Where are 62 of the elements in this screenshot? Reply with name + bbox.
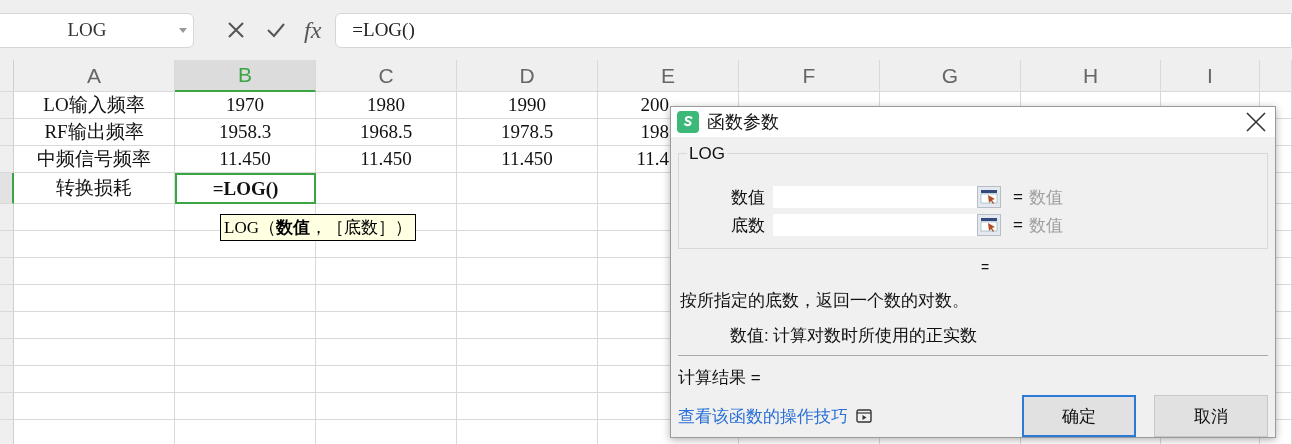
row-header[interactable] [0, 173, 14, 204]
argument-field[interactable] [773, 214, 977, 236]
table-cell: 11.450 [457, 146, 598, 173]
table-cell: 1968.5 [316, 119, 457, 146]
argument-label: 底数 [731, 214, 766, 237]
row-header[interactable] [0, 231, 14, 258]
formula-field[interactable]: =LOG() [335, 12, 1292, 48]
table-cell: 1980 [316, 92, 457, 119]
row-header[interactable] [0, 339, 14, 366]
equals-sign: = [1013, 215, 1023, 235]
select-all-corner[interactable] [0, 60, 14, 92]
name-box[interactable]: LOG [0, 12, 194, 48]
video-icon[interactable] [856, 409, 872, 423]
range-picker-icon[interactable] [977, 186, 1001, 208]
row-header[interactable] [0, 119, 14, 146]
row-header[interactable] [0, 393, 14, 420]
dialog-button[interactable]: 确定 [1022, 395, 1136, 437]
table-cell: 转换损耗 [14, 173, 175, 204]
column-header[interactable]: A [14, 60, 175, 92]
row-header[interactable] [0, 92, 14, 119]
row-header[interactable] [0, 146, 14, 173]
table-cell: LO输入频率 [14, 92, 175, 119]
column-header[interactable]: D [457, 60, 598, 92]
app-logo-icon [677, 111, 699, 133]
table-cell: 1990 [457, 92, 598, 119]
argument-result: 数值 [1028, 186, 1063, 209]
table-cell: 中频信号频率 [14, 146, 175, 173]
row-header[interactable] [0, 204, 14, 231]
column-header[interactable] [1260, 60, 1292, 92]
close-icon[interactable] [1245, 111, 1267, 133]
calculation-result: 计算结果 = [678, 367, 762, 389]
range-picker-icon[interactable] [977, 214, 1001, 236]
column-header[interactable]: E [598, 60, 739, 92]
row-header[interactable] [0, 258, 14, 285]
row-header[interactable] [0, 285, 14, 312]
column-header[interactable]: G [880, 60, 1021, 92]
table-cell: RF输出频率 [14, 119, 175, 146]
formula-result: = [979, 259, 991, 275]
column-header[interactable]: H [1021, 60, 1161, 92]
table-cell: =LOG() [175, 173, 316, 204]
argument-description: 数值: 计算对数时所使用的正实数 [729, 325, 979, 347]
function-description: 按所指定的底数，返回一个数的对数。 [679, 290, 970, 312]
argument-label: 数值 [731, 186, 766, 209]
column-header[interactable]: C [316, 60, 457, 92]
cancel-icon[interactable] [226, 20, 246, 40]
argument-result: 数值 [1028, 214, 1063, 237]
table-cell: 1970 [175, 92, 316, 119]
table-cell: 1958.3 [175, 119, 316, 146]
row-header[interactable] [0, 366, 14, 393]
argument-field[interactable] [773, 186, 977, 208]
table-cell: 11.450 [175, 146, 316, 173]
function-tooltip: LOG（数值，［底数］） [220, 214, 416, 241]
column-header[interactable]: I [1161, 60, 1260, 92]
column-header[interactable]: F [739, 60, 880, 92]
insert-function-button[interactable]: fx [304, 16, 322, 44]
table-cell: 1978.5 [457, 119, 598, 146]
table-cell: 11.450 [316, 146, 457, 173]
row-header[interactable] [0, 312, 14, 339]
row-header[interactable] [0, 420, 14, 444]
dialog-button[interactable]: 取消 [1154, 395, 1268, 437]
help-link[interactable]: 查看该函数的操作技巧 [678, 404, 848, 428]
equals-sign: = [1013, 187, 1023, 207]
